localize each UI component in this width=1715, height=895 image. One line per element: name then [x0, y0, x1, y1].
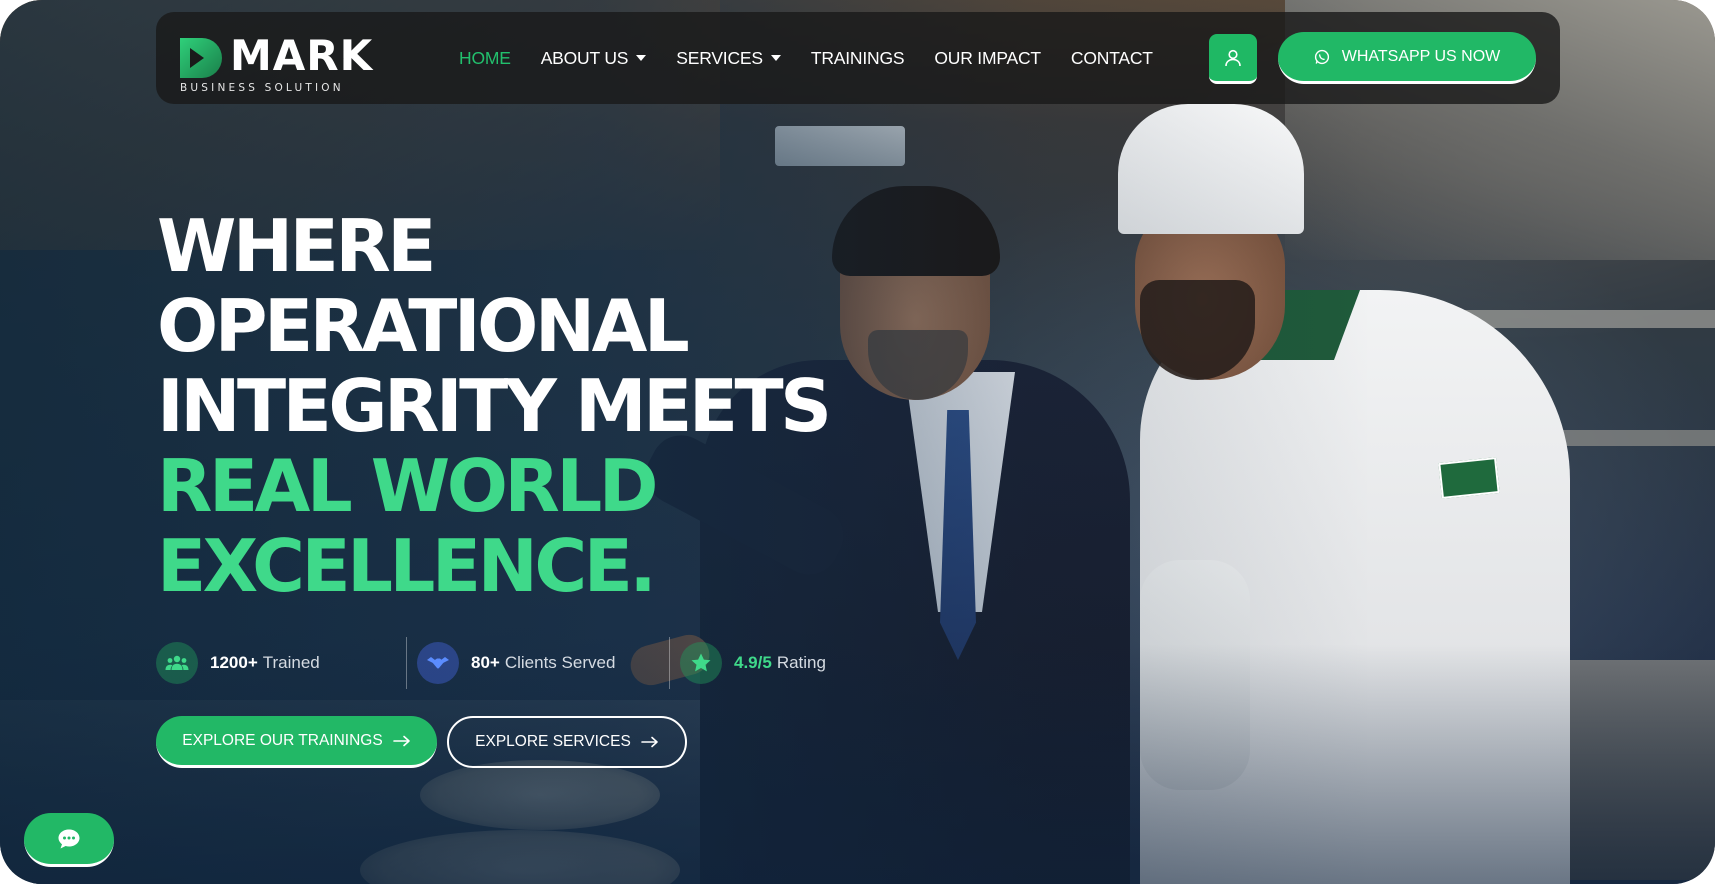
hero-line-highlight: REAL WORLD — [157, 444, 659, 528]
hero-headline: WHERE OPERATIONAL INTEGRITY MEETS REAL W… — [157, 204, 832, 608]
whatsapp-button[interactable]: WHATSAPP US NOW — [1278, 32, 1536, 84]
chevron-down-icon — [636, 55, 647, 61]
hero-line-highlight: EXCELLENCE. — [157, 524, 657, 608]
explore-services-button[interactable]: EXPLORE SERVICES — [447, 716, 687, 768]
arrow-right-icon — [641, 736, 659, 748]
navbar: MARK BUSINESS SOLUTION HOME ABOUT US SER… — [156, 12, 1560, 104]
stat-label: Trained — [262, 653, 320, 672]
brand-logo[interactable]: MARK BUSINESS SOLUTION — [178, 30, 378, 94]
hero-line: OPERATIONAL — [157, 284, 690, 368]
logo-mark-icon — [180, 38, 222, 78]
stat-number: 80+ — [471, 653, 500, 672]
star-icon — [680, 642, 722, 684]
account-button[interactable] — [1209, 34, 1257, 84]
nav-item-about-us[interactable]: ABOUT US — [541, 48, 647, 69]
brand-tagline: BUSINESS SOLUTION — [180, 82, 344, 94]
arrow-right-icon — [392, 735, 411, 747]
hero-line: INTEGRITY MEETS — [157, 364, 832, 448]
handshake-icon — [417, 642, 459, 684]
nav-item-label: ABOUT US — [540, 47, 629, 68]
cta-row: EXPLORE OUR TRAININGS EXPLORE SERVICES — [156, 716, 687, 768]
chat-button[interactable] — [24, 813, 114, 867]
nav-item-our-impact[interactable]: OUR IMPACT — [934, 48, 1041, 69]
button-label: EXPLORE SERVICES — [475, 733, 631, 750]
stat-divider — [669, 637, 670, 689]
stat-rating: 4.9/5 Rating — [680, 636, 848, 690]
user-icon — [1225, 49, 1241, 66]
button-label: EXPLORE OUR TRAININGS — [182, 731, 383, 749]
explore-trainings-button[interactable]: EXPLORE OUR TRAININGS — [156, 716, 437, 768]
nav-item-label: HOME — [459, 47, 511, 68]
nav-item-label: CONTACT — [1070, 47, 1153, 68]
stat-number: 1200+ — [210, 653, 258, 672]
whatsapp-button-label: WHATSAPP US NOW — [1341, 47, 1501, 65]
stat-trained: 1200+ Trained — [156, 636, 406, 690]
chevron-down-icon — [770, 55, 781, 61]
stat-clients: 80+ Clients Served — [417, 636, 669, 690]
nav-item-label: TRAININGS — [810, 47, 905, 68]
users-icon — [156, 642, 198, 684]
stat-divider — [406, 637, 407, 689]
nav-item-contact[interactable]: CONTACT — [1071, 48, 1153, 69]
chat-bubble-icon — [58, 829, 80, 848]
nav-menu: HOME ABOUT US SERVICES TRAININGS OUR IMP… — [459, 12, 1183, 104]
nav-item-services[interactable]: SERVICES — [676, 48, 781, 69]
whatsapp-icon — [1314, 49, 1330, 65]
stat-label: Rating — [776, 653, 826, 672]
hero-line: WHERE — [157, 204, 436, 288]
stat-label: Clients Served — [504, 653, 616, 672]
nav-item-label: SERVICES — [676, 47, 763, 68]
brand-name: MARK — [230, 31, 374, 80]
nav-item-trainings[interactable]: TRAININGS — [811, 48, 905, 69]
stats-row: 1200+ Trained 80+ Clients Served 4.9/5 R… — [156, 636, 848, 690]
stat-number: 4.9/5 — [734, 653, 772, 672]
nav-item-label: OUR IMPACT — [934, 47, 1041, 68]
hero-section: MARK BUSINESS SOLUTION HOME ABOUT US SER… — [0, 0, 1715, 884]
nav-item-home[interactable]: HOME — [459, 48, 511, 69]
